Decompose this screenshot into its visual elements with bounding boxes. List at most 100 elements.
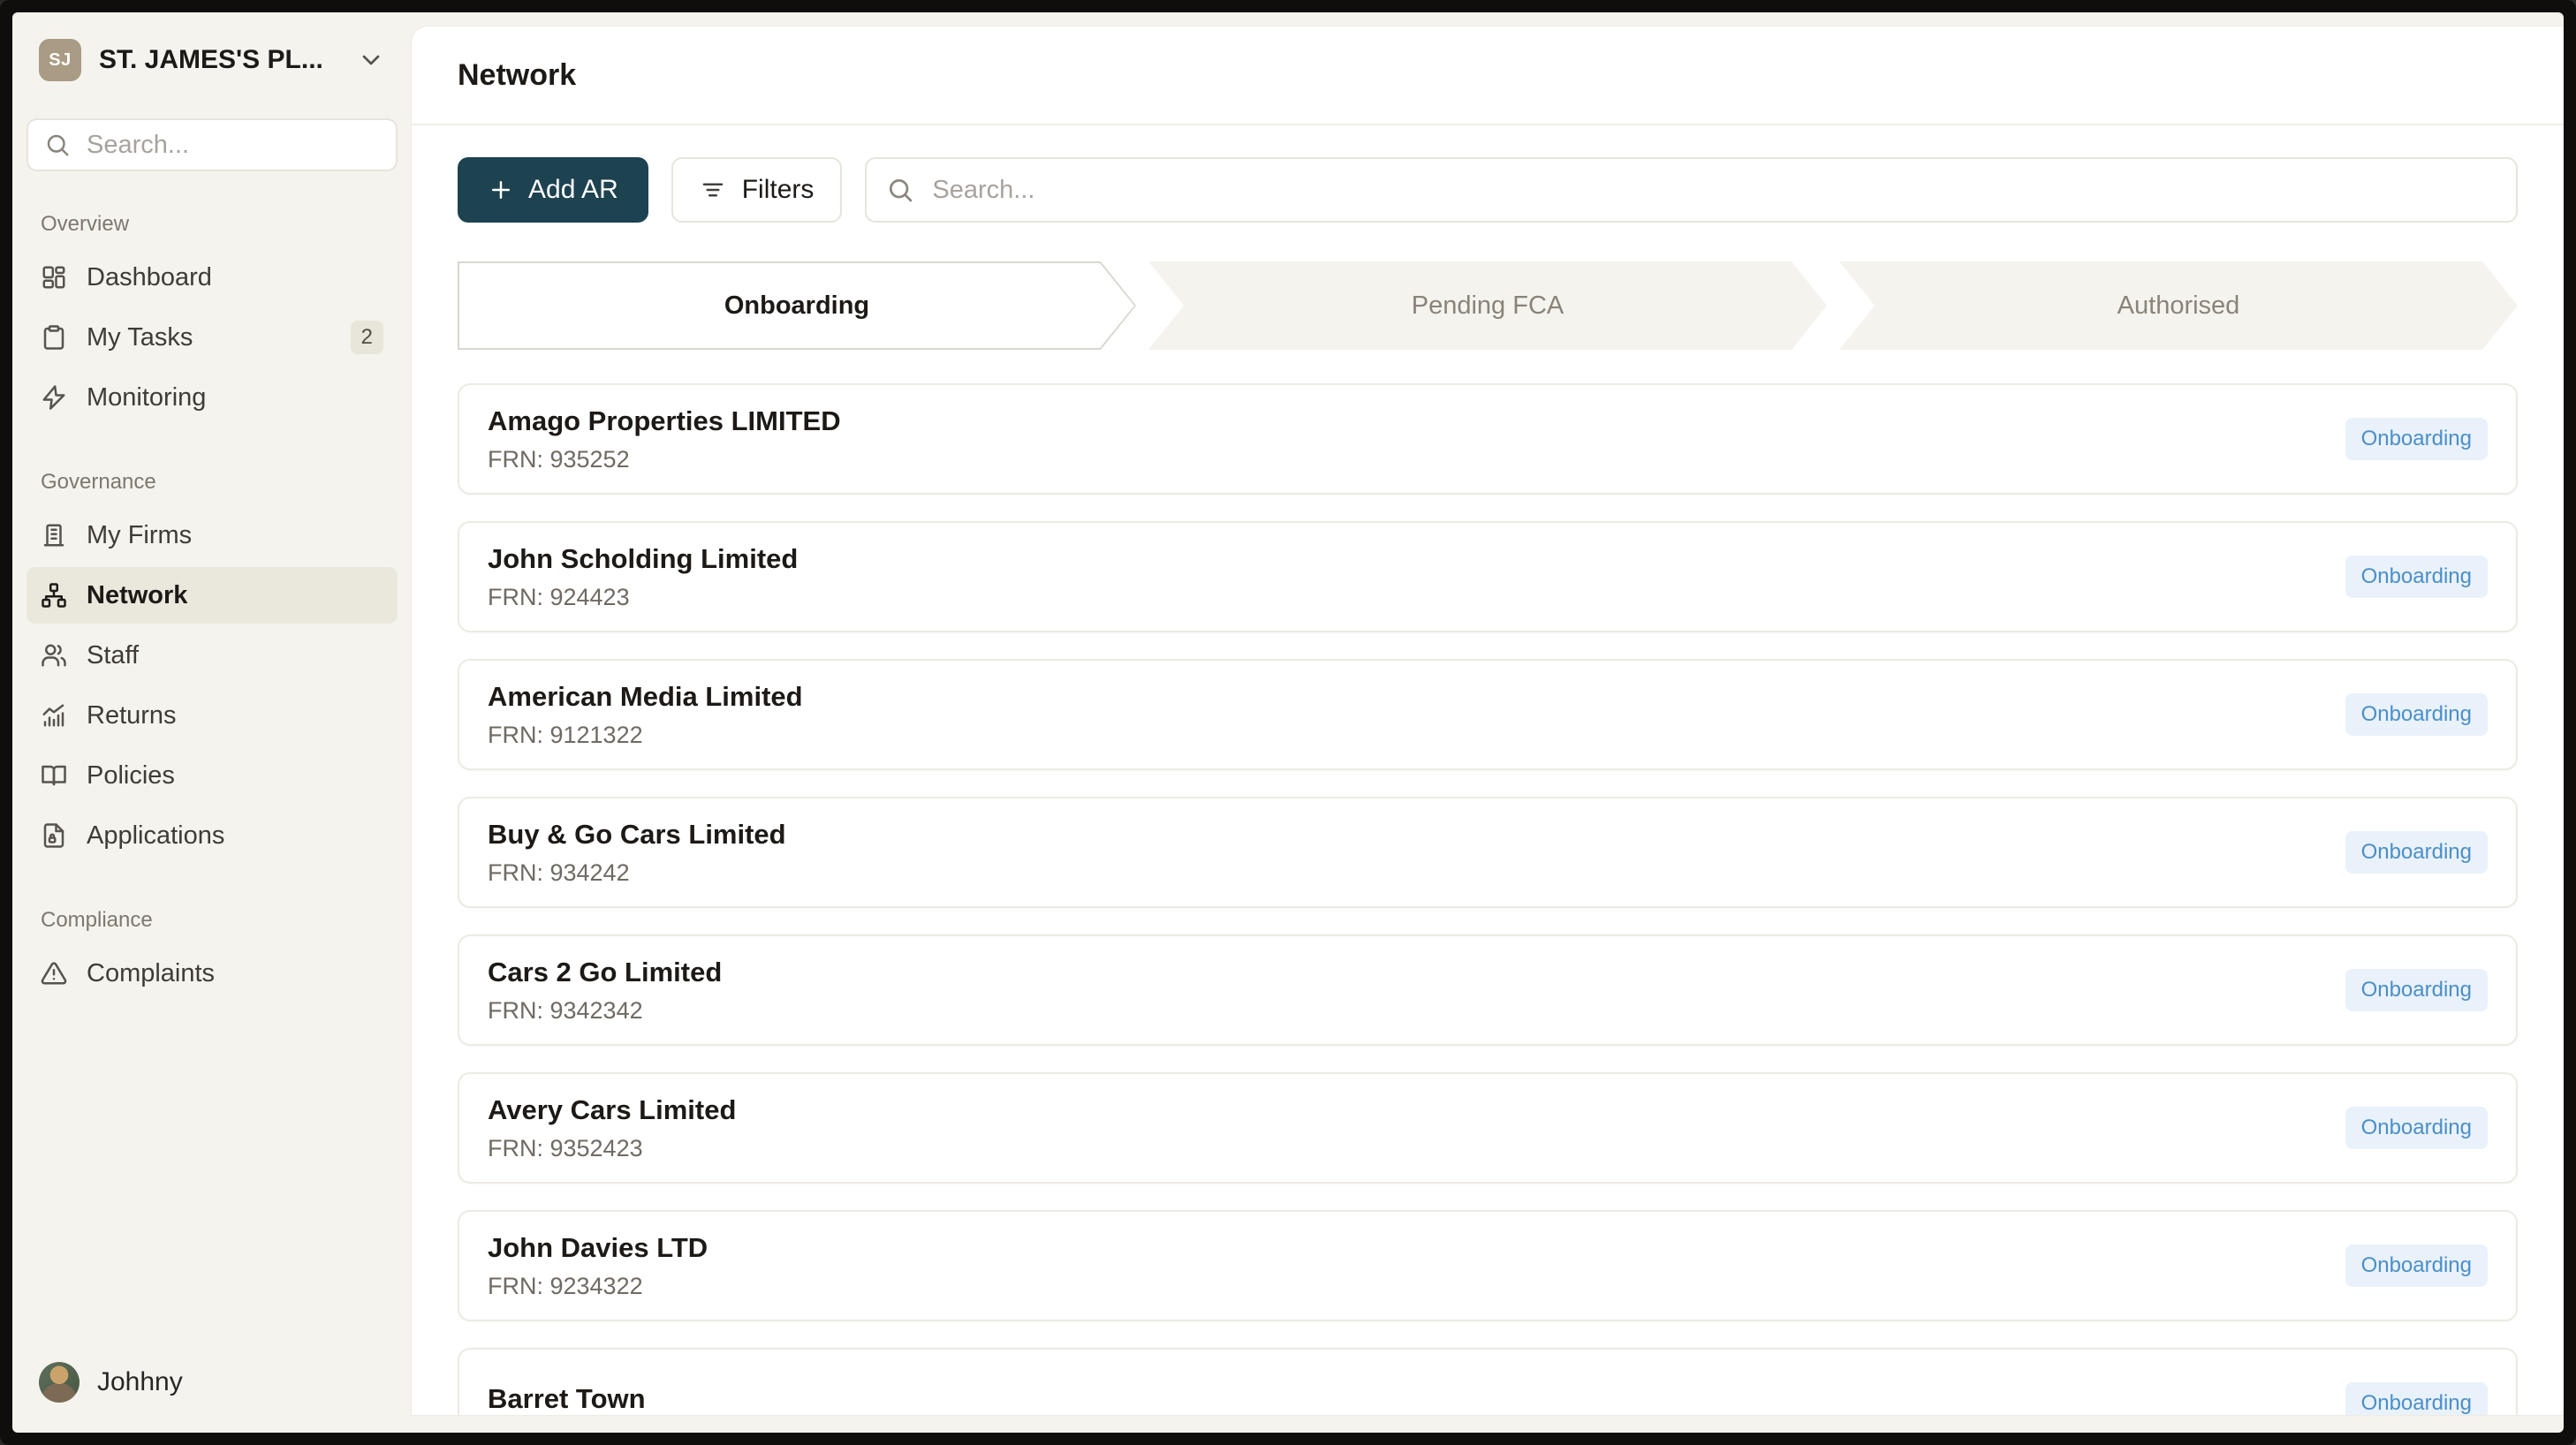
sidebar: SJ ST. JAMES'S PL... Overview Dashboard [12,12,412,1433]
tab-pending-fca[interactable]: Pending FCA [1148,261,1827,350]
main-panel: Network Add AR Filters [412,26,2564,1415]
firm-name: John Davies LTD [488,1232,2345,1264]
firm-row-amago-properties[interactable]: Amago Properties LIMITED FRN: 935252 Onb… [458,383,2518,495]
org-switcher[interactable]: SJ ST. JAMES'S PL... [27,35,398,85]
sidebar-item-label: Policies [87,761,383,791]
sidebar-item-label: Network [87,581,383,610]
tab-onboarding[interactable]: Onboarding [458,261,1136,350]
sidebar-item-my-firms[interactable]: My Firms [27,507,398,564]
search-icon [886,176,914,204]
section-label-compliance: Compliance [27,908,398,933]
add-ar-label: Add AR [528,175,618,205]
sidebar-item-monitoring[interactable]: Monitoring [27,369,398,426]
sidebar-item-my-tasks[interactable]: My Tasks 2 [27,309,398,366]
status-badge: Onboarding [2345,1245,2488,1287]
firm-name: Avery Cars Limited [488,1094,2345,1126]
status-badge: Onboarding [2345,1107,2488,1149]
status-badge: Onboarding [2345,969,2488,1011]
section-label-overview: Overview [27,212,398,237]
sidebar-item-label: Returns [87,701,383,730]
main-search[interactable] [865,157,2518,223]
file-lock-icon [41,822,67,849]
org-name: ST. JAMES'S PL... [99,45,339,75]
page-header: Network [412,26,2564,125]
sidebar-item-returns[interactable]: Returns [27,687,398,744]
sidebar-item-label: Staff [87,641,383,670]
sidebar-item-label: Applications [87,821,383,851]
screenshot-stage: SJ ST. JAMES'S PL... Overview Dashboard [0,0,2576,1445]
sidebar-search-input[interactable] [85,130,380,161]
clipboard-icon [41,324,67,351]
status-badge: Onboarding [2345,556,2488,598]
sidebar-item-label: Monitoring [87,383,383,412]
firm-name: Amago Properties LIMITED [488,405,2345,437]
status-badge: Onboarding [2345,418,2488,460]
sidebar-item-label: Complaints [87,959,383,988]
chart-trend-icon [41,702,67,729]
tasks-count-badge: 2 [351,321,383,354]
firm-frn: FRN: 935252 [488,446,2345,473]
user-menu[interactable]: Johhny [27,1358,398,1406]
tab-label: Authorised [1839,261,2518,350]
dashboard-grid-icon [41,264,67,291]
toolbar: Add AR Filters [458,157,2518,223]
sidebar-item-applications[interactable]: Applications [27,807,398,864]
firm-name: American Media Limited [488,681,2345,713]
firm-row-barret-town[interactable]: Barret Town Onboarding [458,1348,2518,1415]
firm-name: Buy & Go Cars Limited [488,819,2345,851]
main-search-input[interactable] [930,175,2496,206]
tab-authorised[interactable]: Authorised [1839,261,2518,350]
firm-row-buy-and-go-cars[interactable]: Buy & Go Cars Limited FRN: 934242 Onboar… [458,797,2518,908]
firm-row-american-media[interactable]: American Media Limited FRN: 9121322 Onbo… [458,659,2518,770]
filters-label: Filters [742,175,814,205]
user-name: Johhny [97,1367,183,1397]
building-icon [41,522,67,548]
page-title: Network [458,58,576,93]
section-label-governance: Governance [27,470,398,495]
firm-frn: FRN: 9234322 [488,1273,2345,1300]
zap-icon [41,384,67,411]
firm-frn: FRN: 9121322 [488,722,2345,749]
sidebar-item-label: My Firms [87,521,383,550]
firm-name: Barret Town [488,1383,2345,1415]
firm-row-john-scholding[interactable]: John Scholding Limited FRN: 924423 Onboa… [458,521,2518,632]
firm-row-john-davies[interactable]: John Davies LTD FRN: 9234322 Onboarding [458,1210,2518,1321]
chevron-down-icon [357,46,385,74]
sidebar-spacer [27,1005,398,1358]
firm-name: Cars 2 Go Limited [488,957,2345,988]
sidebar-search[interactable] [27,118,398,171]
firm-frn: FRN: 9352423 [488,1135,2345,1162]
sidebar-item-staff[interactable]: Staff [27,627,398,684]
add-ar-button[interactable]: Add AR [458,157,648,223]
user-avatar [39,1362,80,1403]
users-icon [41,642,67,669]
stage-tabs: Onboarding Pending FCA Authorised [458,261,2518,350]
status-badge: Onboarding [2345,831,2488,874]
firm-frn: FRN: 924423 [488,584,2345,611]
org-avatar: SJ [39,39,81,81]
tab-label: Onboarding [459,263,1134,348]
firm-name: John Scholding Limited [488,543,2345,575]
app-window: SJ ST. JAMES'S PL... Overview Dashboard [12,12,2564,1433]
sidebar-item-complaints[interactable]: Complaints [27,945,398,1002]
sidebar-item-dashboard[interactable]: Dashboard [27,249,398,306]
filters-button[interactable]: Filters [671,157,843,223]
firm-list: Amago Properties LIMITED FRN: 935252 Onb… [458,383,2518,1415]
sidebar-item-policies[interactable]: Policies [27,747,398,804]
sidebar-item-network[interactable]: Network [27,567,398,624]
firm-row-avery-cars[interactable]: Avery Cars Limited FRN: 9352423 Onboardi… [458,1072,2518,1184]
firm-frn: FRN: 9342342 [488,997,2345,1025]
status-badge: Onboarding [2345,1382,2488,1415]
filter-lines-icon [700,177,726,203]
warning-triangle-icon [41,960,67,987]
sidebar-item-label: Dashboard [87,263,383,292]
book-open-icon [41,762,67,789]
org-network-icon [41,582,67,609]
firm-frn: FRN: 934242 [488,859,2345,887]
status-badge: Onboarding [2345,693,2488,736]
main-content: Network Add AR Filters [412,12,2564,1433]
sidebar-item-label: My Tasks [87,323,331,352]
tab-label: Pending FCA [1148,261,1827,350]
search-icon [44,132,71,158]
firm-row-cars-2-go[interactable]: Cars 2 Go Limited FRN: 9342342 Onboardin… [458,934,2518,1046]
